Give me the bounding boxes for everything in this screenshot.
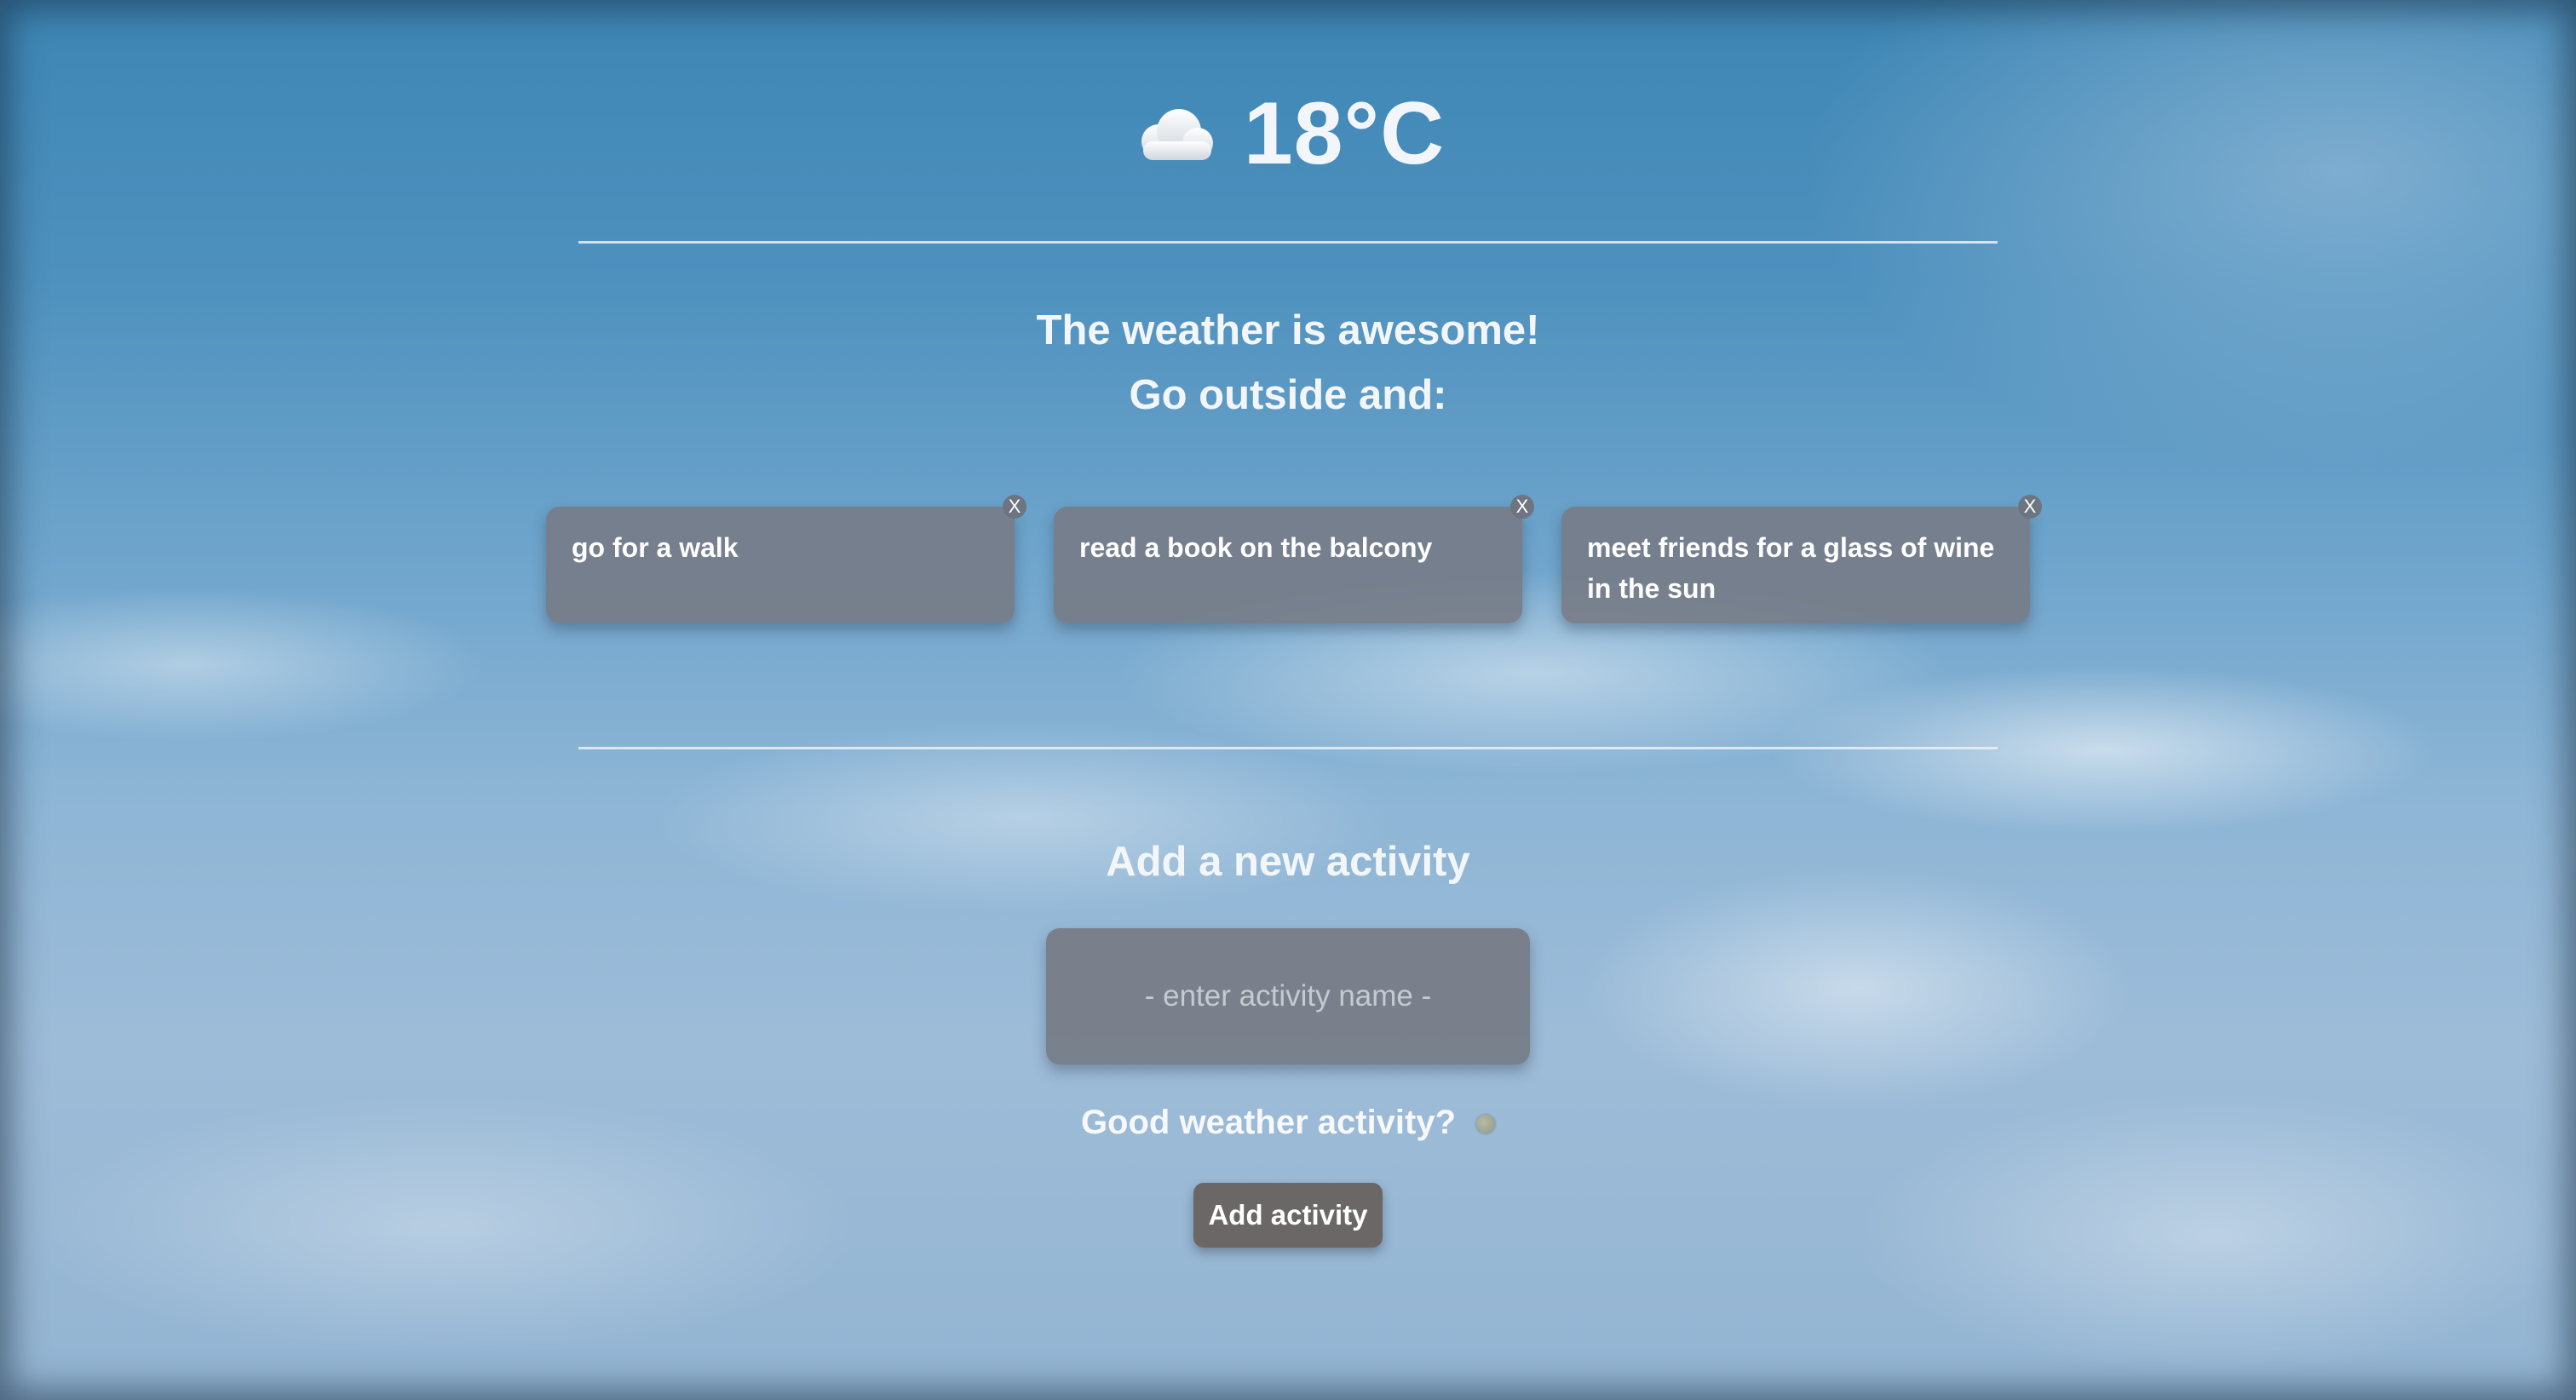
- delete-activity-button[interactable]: X: [1003, 495, 1026, 519]
- add-activity-button[interactable]: Add activity: [1193, 1183, 1383, 1248]
- delete-activity-button[interactable]: X: [2018, 495, 2042, 519]
- divider: [578, 747, 1998, 749]
- divider: [578, 241, 1998, 244]
- activity-card: meet friends for a glass of wine in the …: [1561, 495, 2042, 623]
- temperature: 18°C: [1243, 83, 1446, 183]
- activity-list: go for a walk X read a book on the balco…: [546, 495, 2042, 623]
- good-weather-label: Good weather activity?: [1080, 1104, 1457, 1141]
- delete-activity-button[interactable]: X: [1510, 495, 1534, 519]
- add-activity-title: Add a new activity: [1106, 839, 1470, 885]
- app-container: 18°C The weather is awesome! Go outside …: [0, 0, 2576, 1400]
- weather-message-line-2: Go outside and:: [1129, 372, 1447, 418]
- good-weather-row: Good weather activity?: [1080, 1104, 1496, 1142]
- activity-label: meet friends for a glass of wine in the …: [1587, 532, 1995, 604]
- activity-name-input[interactable]: [1046, 928, 1530, 1064]
- weather-message: The weather is awesome! Go outside and:: [1037, 298, 1540, 427]
- activity-card: read a book on the balcony X: [1054, 495, 1534, 623]
- cloud-icon: [1131, 104, 1220, 164]
- activity-label: read a book on the balcony: [1079, 532, 1433, 563]
- activity-label: go for a walk: [572, 532, 739, 563]
- activity-card: go for a walk X: [546, 495, 1026, 623]
- weather-message-line-1: The weather is awesome!: [1036, 307, 1540, 353]
- good-weather-checkbox[interactable]: [1476, 1114, 1496, 1133]
- weather-header: 18°C: [1131, 78, 1445, 189]
